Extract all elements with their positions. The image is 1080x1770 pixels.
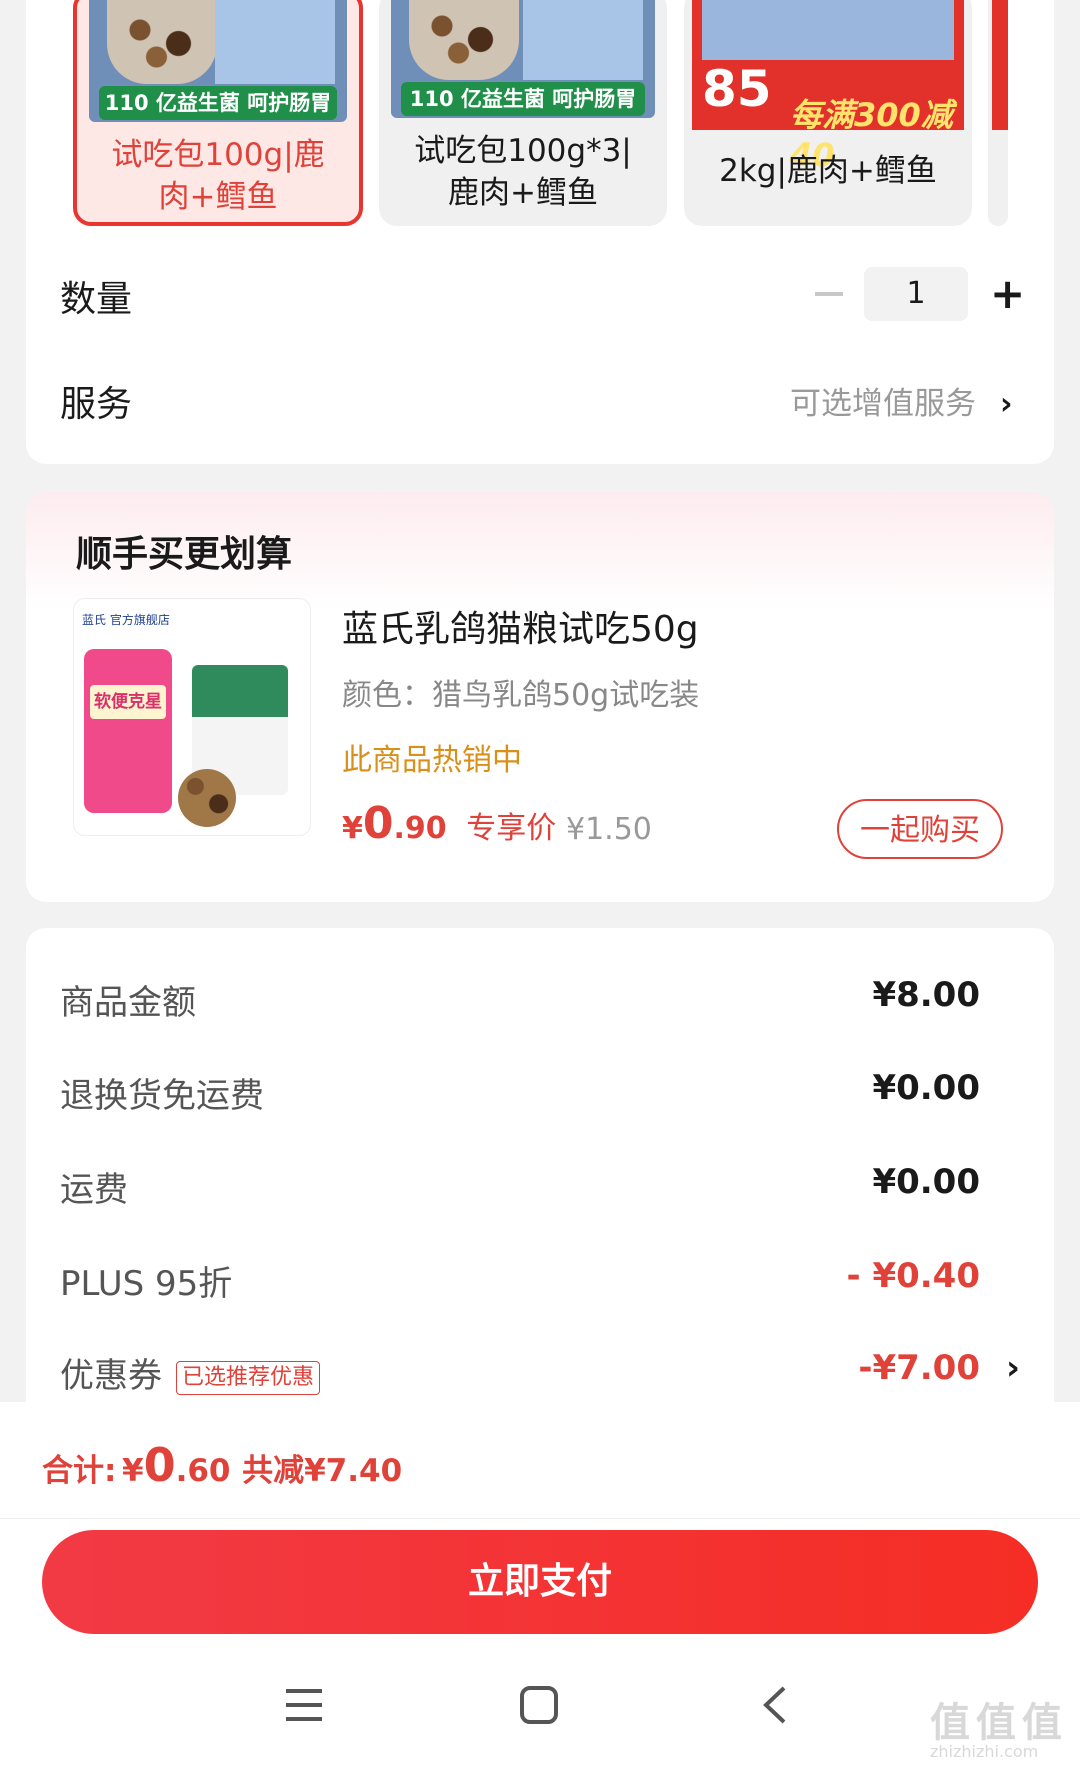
addon-price: ¥0.90 专享价 — [342, 798, 557, 849]
variant-image: 110 亿益生菌 呵护肠胃 — [89, 0, 347, 122]
thumb-brand: 蓝氏 官方旗舰店 — [82, 613, 170, 627]
divider — [0, 1518, 1080, 1519]
back-icon[interactable] — [760, 1685, 790, 1725]
quantity-input[interactable]: 1 — [864, 267, 968, 321]
probiotic-strip: 110 亿益生菌 呵护肠胃 — [99, 86, 337, 120]
variant-label: 2kg|鹿肉+鳕鱼 — [719, 153, 937, 189]
home-icon[interactable] — [519, 1685, 559, 1725]
summary-row-goods: 商品金额 ¥8.00 — [60, 975, 980, 1023]
coupon-value: -¥7.00 — [858, 1348, 980, 1388]
promo-image: 85 每满300减40 — [692, 0, 964, 174]
coupon-tag: 已选推荐优惠 — [176, 1360, 321, 1395]
pay-now-button[interactable]: 立即支付 — [42, 1530, 1038, 1634]
watermark: 值 值 值 zhizhizhi.com — [930, 1700, 1062, 1761]
service-value: 可选增值服务 — [790, 386, 976, 422]
quantity-label: 数量 — [60, 279, 133, 320]
variant-option-trial-100g-x3[interactable]: 110 亿益生菌 呵护肠胃 试吃包100g*3| 鹿肉+鳕鱼 — [379, 0, 667, 226]
total-summary: 合计: ¥0.60 共减¥7.40 — [42, 1438, 403, 1492]
addon-product-name[interactable]: 蓝氏乳鸽猫粮试吃50g — [342, 600, 699, 652]
summary-row-return-shipping: 退换货免运费 ¥0.00 — [60, 1068, 980, 1116]
thumb-badge: 软便克星 — [90, 685, 166, 719]
addon-product-image[interactable]: 蓝氏 官方旗舰店 软便克星 — [73, 598, 311, 836]
addon-original-price: ¥1.50 — [566, 812, 652, 847]
chevron-right-icon: › — [999, 386, 1013, 422]
addon-product-spec: 颜色：猎鸟乳鸽50g试吃装 — [342, 678, 700, 713]
service-option[interactable]: 可选增值服务 › — [790, 378, 1013, 423]
probiotic-strip: 110 亿益生菌 呵护肠胃 — [401, 82, 645, 116]
variant-option-more[interactable] — [988, 0, 1008, 226]
summary-row-shipping: 运费 ¥0.00 — [60, 1162, 980, 1210]
quantity-decrease-button[interactable] — [815, 292, 843, 296]
summary-row-coupon[interactable]: 优惠券 已选推荐优惠 -¥7.00 › — [60, 1348, 1020, 1398]
variant-option-trial-100g[interactable]: 110 亿益生菌 呵护肠胃 试吃包100g|鹿 肉+鳕鱼 — [73, 0, 363, 226]
variant-option-2kg[interactable]: 85 每满300减40 2kg|鹿肉+鳕鱼 — [684, 0, 972, 226]
menu-icon[interactable] — [284, 1685, 324, 1725]
addon-hot-label: 此商品热销中 — [342, 743, 522, 778]
variant-label: 试吃包100g|鹿 肉+鳕鱼 — [111, 137, 325, 215]
addon-title: 顺手买更划算 — [76, 534, 293, 575]
variant-image: 110 亿益生菌 呵护肠胃 — [391, 0, 655, 118]
price-tag: 专享价 — [466, 811, 557, 846]
quantity-increase-button[interactable]: + — [990, 273, 1025, 315]
chevron-right-icon: › — [1005, 1348, 1020, 1388]
service-label: 服务 — [60, 384, 133, 425]
summary-row-plus-discount: PLUS 95折 - ¥0.40 — [60, 1256, 980, 1304]
variant-label: 试吃包100g*3| 鹿肉+鳕鱼 — [414, 133, 632, 211]
buy-together-button[interactable]: 一起购买 — [837, 799, 1003, 859]
